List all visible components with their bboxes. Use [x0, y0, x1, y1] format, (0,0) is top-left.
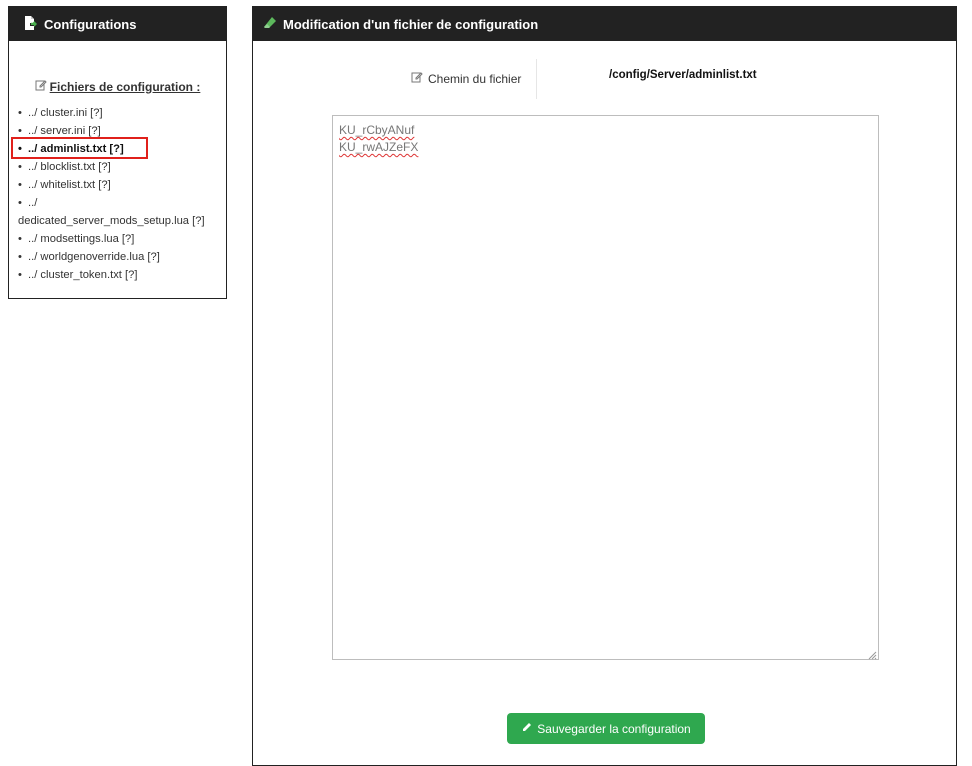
divider — [536, 59, 537, 99]
file-editor-header: Modification d'un fichier de configurati… — [253, 7, 956, 41]
file-link-server-ini[interactable]: ../ server.ini [?] — [18, 122, 226, 140]
edit-icon — [411, 71, 423, 86]
file-link-adminlist-txt[interactable]: ../ adminlist.txt [?] — [18, 140, 226, 158]
file-content-textarea[interactable]: KU_rCbyANuf KU_rwAJZeFX — [332, 115, 879, 660]
file-link-modsettings-lua[interactable]: ../ modsettings.lua [?] — [18, 230, 226, 248]
file-link-worldgenoverride-lua[interactable]: ../ worldgenoverride.lua [?] — [18, 248, 226, 266]
save-configuration-label: Sauvegarder la configuration — [537, 721, 691, 736]
file-link-blocklist-txt[interactable]: ../ blocklist.txt [?] — [18, 158, 226, 176]
file-export-icon — [22, 15, 38, 34]
eraser-icon — [263, 16, 277, 33]
file-path-label: Chemin du fichier — [411, 71, 521, 86]
pencil-icon — [521, 722, 532, 736]
edit-icon — [35, 79, 47, 94]
file-path-label-text: Chemin du fichier — [428, 71, 522, 86]
resize-grip-icon[interactable] — [868, 649, 877, 660]
file-link-line2: dedicated_server_mods_setup.lua [?] — [18, 215, 205, 227]
config-file-list: ../ cluster.ini [?] ../ server.ini [?] .… — [9, 104, 226, 284]
file-link-whitelist-txt[interactable]: ../ whitelist.txt [?] — [18, 176, 226, 194]
configurations-panel: Configurations Fichiers de configuration… — [8, 6, 227, 299]
files-section-title: Fichiers de configuration : — [9, 79, 226, 94]
files-section-title-text: Fichiers de configuration : — [49, 79, 201, 94]
file-path-value: /config/Server/adminlist.txt — [609, 69, 757, 81]
file-editor-title: Modification d'un fichier de configurati… — [283, 16, 539, 32]
editor-line: KU_rCbyANuf — [339, 123, 415, 137]
file-link-cluster-token-txt[interactable]: ../ cluster_token.txt [?] — [18, 266, 226, 284]
save-configuration-button[interactable]: Sauvegarder la configuration — [507, 713, 705, 744]
file-link-cluster-ini[interactable]: ../ cluster.ini [?] — [18, 104, 226, 122]
file-path-row: Chemin du fichier /config/Server/adminli… — [253, 57, 956, 101]
file-editor-panel: Modification d'un fichier de configurati… — [252, 6, 957, 766]
configurations-title: Configurations — [44, 16, 137, 32]
file-link-dedicated-server-mods-setup-lua[interactable]: ../ dedicated_server_mods_setup.lua [?] — [18, 194, 226, 230]
configurations-header: Configurations — [9, 7, 226, 41]
file-link-line1: ../ — [28, 197, 38, 209]
editor-line: KU_rwAJZeFX — [339, 140, 419, 154]
